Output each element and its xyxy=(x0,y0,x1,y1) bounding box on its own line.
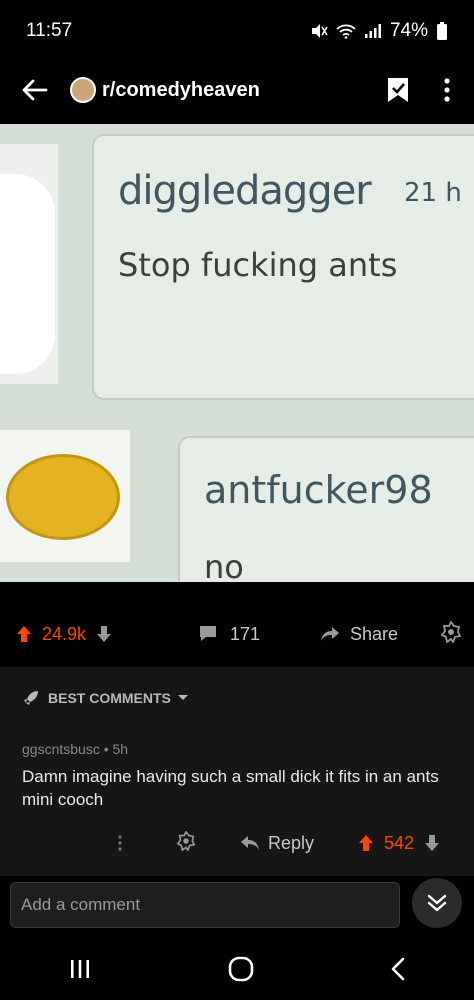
subreddit-name[interactable]: r/comedyheaven xyxy=(102,79,376,102)
comment-upvote-icon[interactable] xyxy=(358,834,374,852)
double-chevron-down-icon xyxy=(427,894,447,912)
meme-comment-text: Stop fucking ants xyxy=(118,246,398,284)
comment-icon xyxy=(200,626,216,641)
system-nav-bar xyxy=(0,938,474,1000)
comment-body: Damn imagine having such a small dick it… xyxy=(22,767,439,809)
meme-timestamp: 21 h xyxy=(404,178,462,208)
post-action-bar: 24.9k 171 Share xyxy=(0,605,474,663)
comment-score: 542 xyxy=(384,832,415,853)
subreddit-avatar[interactable] xyxy=(70,77,96,103)
award-button[interactable] xyxy=(440,619,462,648)
comment-author[interactable]: ggscntsbusc xyxy=(22,741,100,757)
meme-avatar-coin xyxy=(0,430,130,562)
comment-actions: Reply 542 xyxy=(0,823,474,863)
downvote-icon[interactable] xyxy=(96,625,112,643)
home-icon[interactable] xyxy=(228,956,254,982)
upvote-icon[interactable] xyxy=(16,625,32,643)
back-icon[interactable] xyxy=(390,957,406,981)
share-button[interactable]: Share xyxy=(320,624,420,645)
meme-username: diggledagger xyxy=(118,168,372,214)
save-button[interactable] xyxy=(376,62,420,118)
status-icons: 74% xyxy=(310,20,448,42)
comment-composer: Add a comment xyxy=(0,876,474,938)
reply-icon xyxy=(241,836,259,850)
comment-downvote-icon[interactable] xyxy=(424,834,440,852)
bookmark-icon xyxy=(388,78,408,102)
post-image[interactable]: ly diggledagger 21 h Stop fucking ants a… xyxy=(0,124,474,582)
comment-vote-group: 542 xyxy=(358,833,440,854)
comment-more-icon[interactable] xyxy=(118,835,122,851)
app-bar: r/comedyheaven xyxy=(0,62,474,118)
back-button[interactable] xyxy=(0,62,70,118)
share-icon xyxy=(321,627,339,641)
more-options-button[interactable] xyxy=(420,62,474,118)
rocket-icon xyxy=(24,691,38,705)
meme-reply-text: no xyxy=(204,548,244,582)
back-arrow-icon xyxy=(22,79,48,101)
comment-sort-button[interactable]: BEST COMMENTS xyxy=(0,667,474,729)
battery-percent: 74% xyxy=(389,20,428,41)
sort-label: BEST COMMENTS xyxy=(48,690,171,706)
next-comment-button[interactable] xyxy=(412,878,462,928)
award-icon xyxy=(440,619,462,644)
meme-avatar-silhouette xyxy=(0,144,58,384)
wifi-icon xyxy=(336,24,356,39)
meta-separator: • xyxy=(103,741,113,757)
comment-reply-button[interactable]: Reply xyxy=(240,833,314,854)
chevron-down-icon xyxy=(177,695,188,700)
comment-age: 5h xyxy=(112,741,129,757)
recent-apps-icon[interactable] xyxy=(68,958,92,980)
post-score: 24.9k xyxy=(42,623,87,644)
add-comment-input[interactable]: Add a comment xyxy=(10,882,400,928)
comment-item: ggscntsbusc • 5h Damn imagine having suc… xyxy=(0,729,474,879)
comment-award-icon[interactable] xyxy=(176,831,196,851)
meme-reply-username: antfucker98 xyxy=(204,468,433,512)
status-time: 11:57 xyxy=(26,20,73,41)
comment-count: 171 xyxy=(230,623,261,644)
reply-label: Reply xyxy=(268,832,315,853)
comment-meta: ggscntsbusc • 5h xyxy=(22,741,454,757)
mute-icon xyxy=(311,24,328,38)
more-vert-icon xyxy=(444,78,450,102)
status-bar: 11:57 74% xyxy=(0,0,474,62)
battery-icon xyxy=(437,22,447,40)
comments-button[interactable]: 171 xyxy=(198,624,308,645)
signal-icon xyxy=(364,24,381,38)
post-vote-group: 24.9k xyxy=(16,624,166,645)
share-label: Share xyxy=(350,623,399,644)
